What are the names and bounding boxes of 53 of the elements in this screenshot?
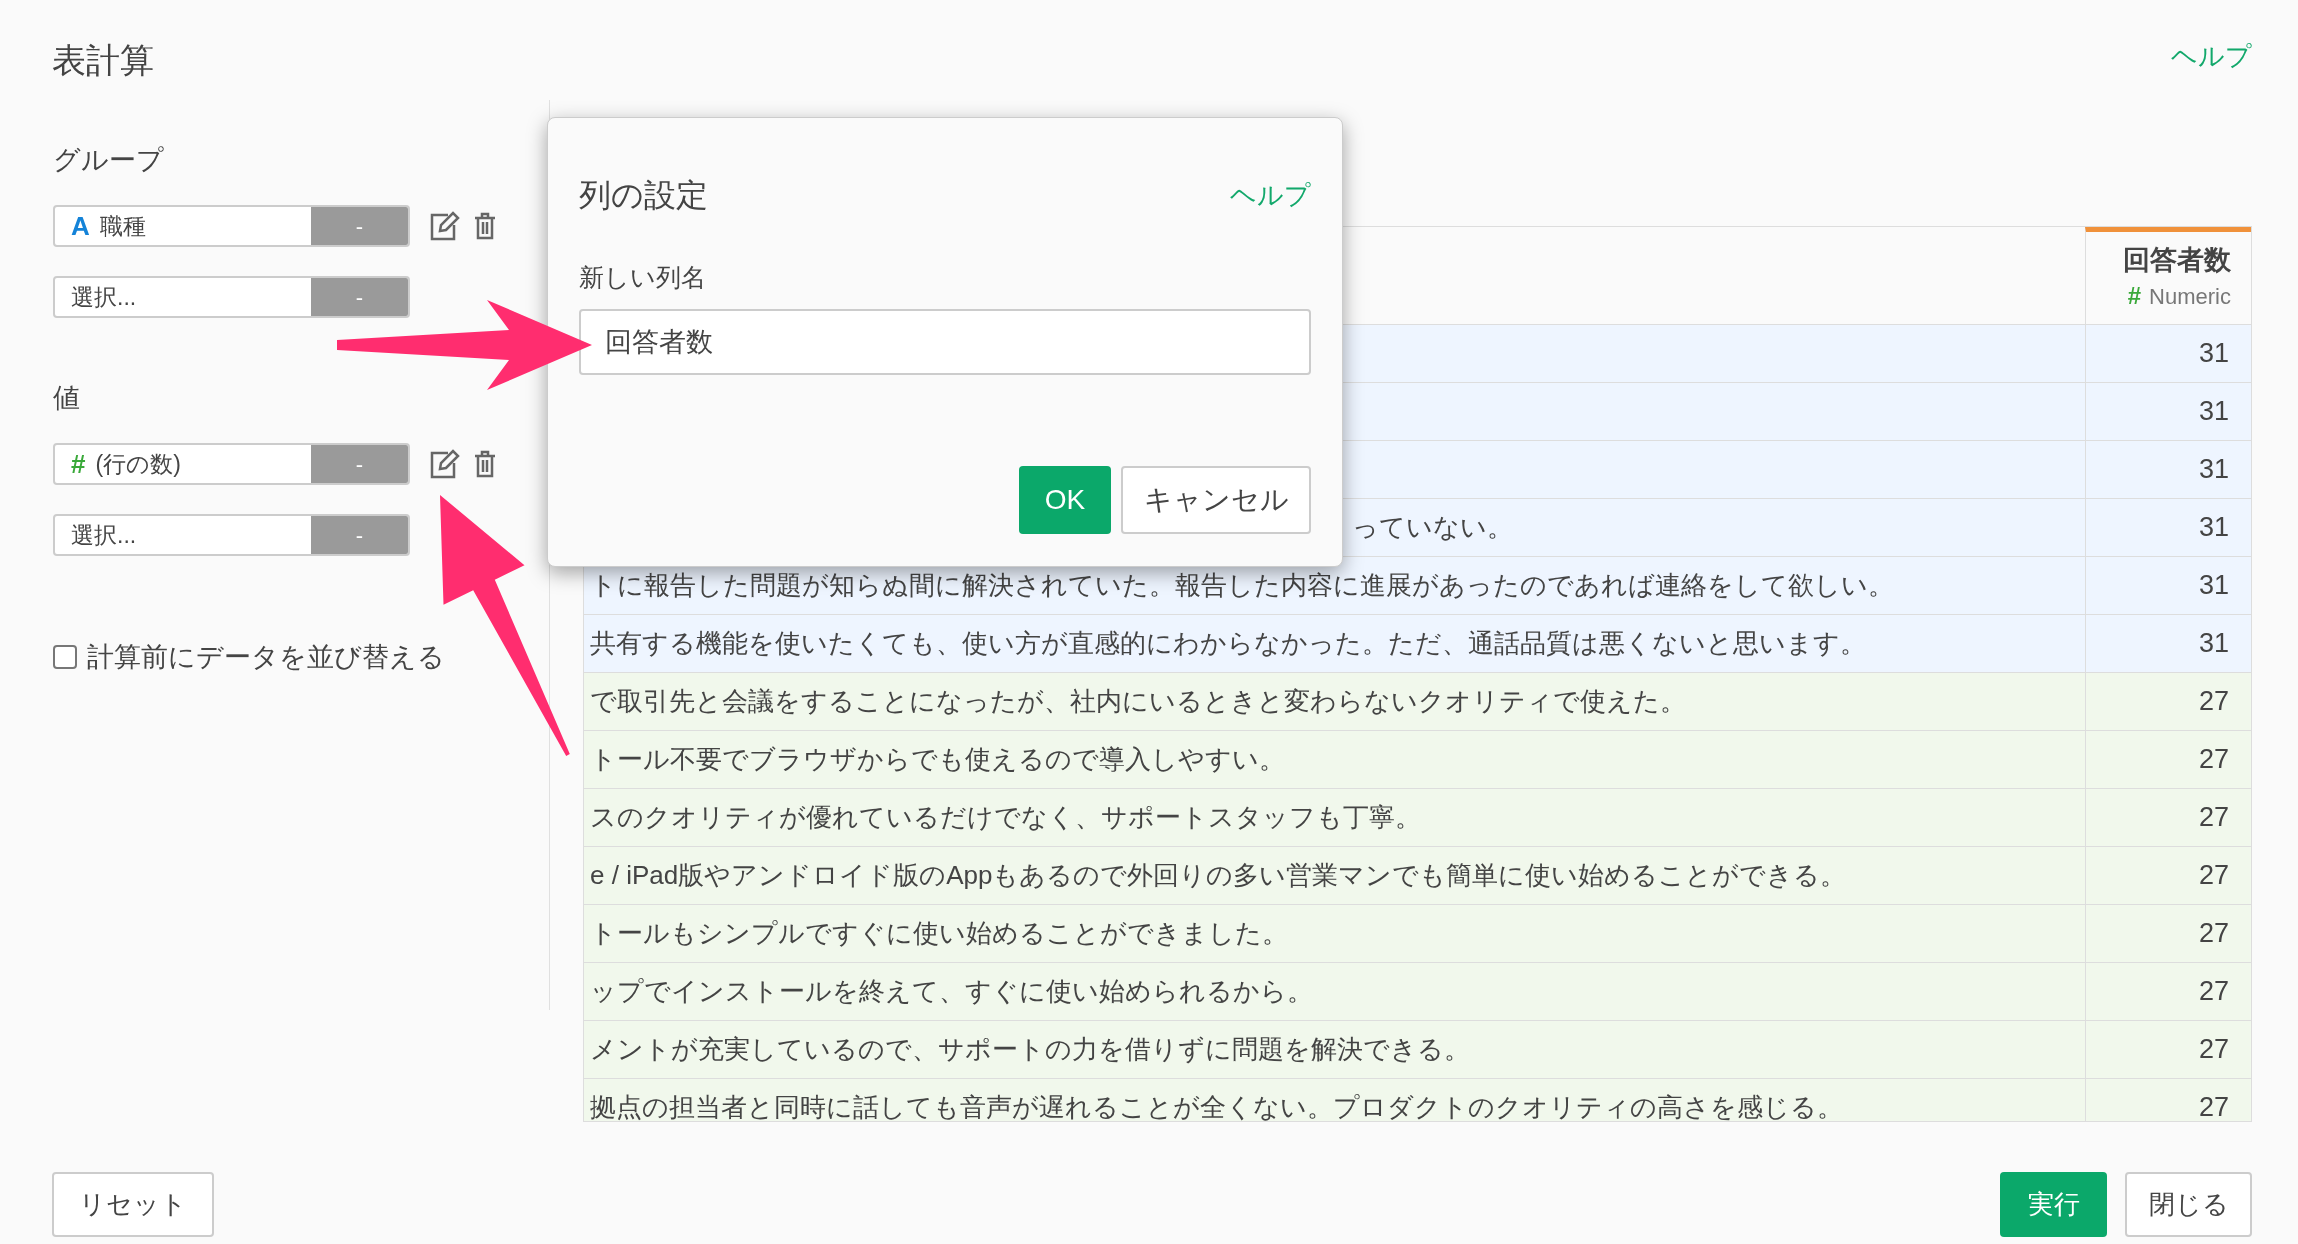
numeric-type-icon: # <box>2127 278 2142 314</box>
table-cell-text: 31 <box>2198 627 2229 661</box>
table-cell-text: 27 <box>2198 975 2229 1009</box>
field-select[interactable]: 選択... - <box>53 276 410 318</box>
table-cell-text: トール不要でブラウザからでも使えるので導入しやすい。 <box>590 743 1285 776</box>
dialog-title: 列の設定 <box>579 176 708 215</box>
table-cell-text: トに報告した問題が知らぬ間に解決されていた。報告した内容に進展があったのであれば連絡をして欲しい。 <box>590 569 1894 602</box>
field-value: (行の数) <box>95 449 181 479</box>
field-select[interactable]: 選択... - <box>53 514 410 556</box>
column-name: 回答者数 <box>2123 244 2231 277</box>
table-cell-text: 31 <box>2198 337 2229 371</box>
section-label: 値 <box>53 382 81 415</box>
cancel-button[interactable]: キャンセル <box>1121 466 1311 534</box>
table-cell-text: e / iPad版やアンドロイド版のAppもあるので外回りの多い営業マンでも簡単に使い始めることができる。 <box>590 859 1847 892</box>
field-value: 職種 <box>99 211 146 241</box>
table-cell-text: 27 <box>2198 1091 2229 1121</box>
table-cell-text: 27 <box>2198 1033 2229 1067</box>
table-cell-text: スのクオリティが優れているだけでなく、サポートスタッフも丁寧。 <box>590 801 1421 834</box>
table-cell-text: ップでインストールを終えて、すぐに使い始められるから。 <box>590 975 1313 1008</box>
table-cell-text: 27 <box>2198 917 2229 951</box>
column-name-input[interactable]: 回答者数 <box>579 309 1311 375</box>
table-cell-text: っていない。 <box>1352 511 1513 544</box>
table-cell-text: メントが充実しているので、サポートの力を借りずに問題を解決できる。 <box>590 1033 1470 1066</box>
column-type: Numeric <box>2149 282 2231 311</box>
field-select[interactable]: A 職種 - <box>53 205 410 247</box>
table-cell-text: 27 <box>2198 801 2229 835</box>
edit-icon[interactable] <box>428 211 460 241</box>
table-cell-text: 31 <box>2198 453 2229 487</box>
field-select[interactable]: # (行の数) - <box>53 443 410 485</box>
page-title: 表計算 <box>52 40 154 81</box>
field-label: 新しい列名 <box>579 262 707 293</box>
select-placeholder: 選択... <box>71 282 137 312</box>
table-cell-text: 27 <box>2198 859 2229 893</box>
table-cell-text: 31 <box>2198 511 2229 545</box>
checkbox-label: 計算前にデータを並び替える <box>87 640 445 674</box>
numeric-type-icon: # <box>71 445 86 483</box>
table-cell-text: 27 <box>2198 685 2229 719</box>
table-cell-text: 31 <box>2198 395 2229 429</box>
string-type-icon: A <box>71 207 90 245</box>
table-cell-text: 31 <box>2198 569 2229 603</box>
table-cell-text: 27 <box>2198 743 2229 777</box>
trash-icon[interactable] <box>474 212 496 240</box>
close-button[interactable]: 閉じる <box>2125 1172 2252 1237</box>
reset-button[interactable]: リセット <box>52 1172 214 1237</box>
table-cell-text: 拠点の担当者と同時に話しても音声が遅れることが全くない。プロダクトのクオリティの高さを感じる。 <box>590 1091 1843 1121</box>
table-cell-text: 共有する機能を使いたくても、使い方が直感的にわからなかった。ただ、通話品質は悪くないと思います。 <box>590 627 1866 660</box>
sort-checkbox[interactable] <box>53 645 77 669</box>
edit-icon[interactable] <box>428 449 460 479</box>
table-cell-text: トールもシンプルですぐに使い始めることができました。 <box>590 917 1288 950</box>
table-cell-text: で取引先と会議をすることになったが、社内にいるときと変わらないクオリティで使えた。 <box>590 685 1686 718</box>
section-label: グループ <box>53 144 165 177</box>
trash-icon[interactable] <box>474 450 496 478</box>
select-placeholder: 選択... <box>71 520 137 550</box>
